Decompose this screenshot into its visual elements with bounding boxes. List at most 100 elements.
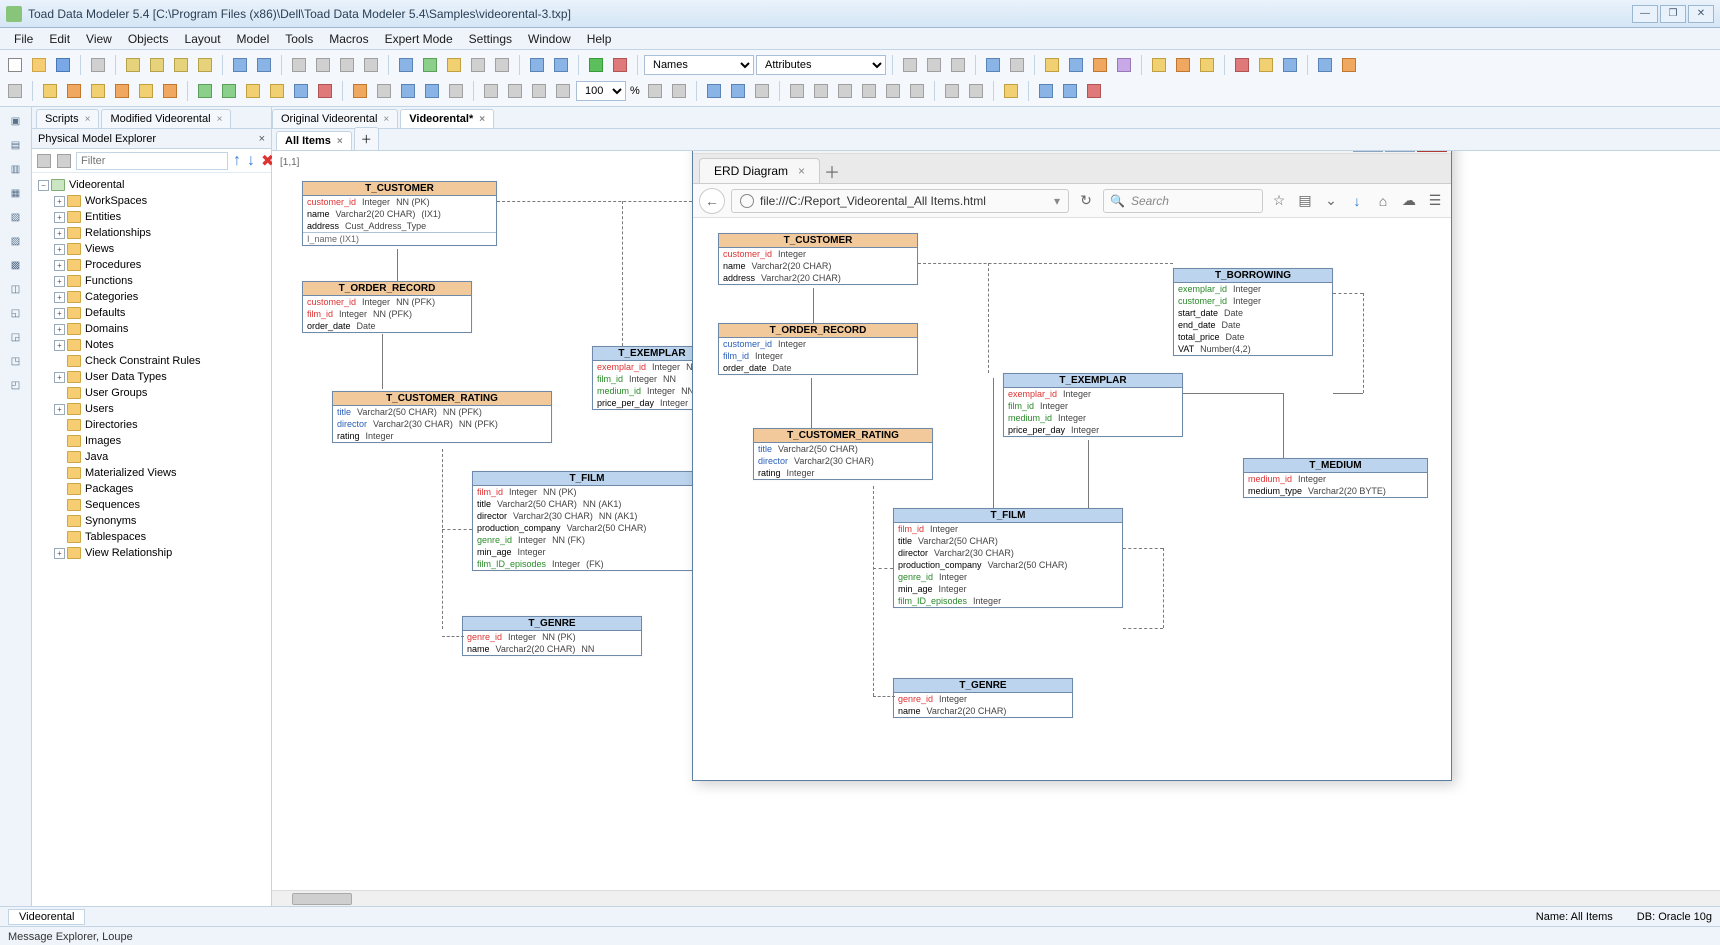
- tree-mode-icon[interactable]: [36, 150, 52, 172]
- copy-icon[interactable]: [288, 54, 310, 76]
- canvas-hscroll[interactable]: [272, 890, 1720, 906]
- tree-item[interactable]: Images: [32, 433, 271, 449]
- dist-h-icon[interactable]: [941, 80, 963, 102]
- lock-icon[interactable]: [491, 54, 513, 76]
- paste-icon[interactable]: [312, 54, 334, 76]
- gen-pdf-icon[interactable]: [1279, 54, 1301, 76]
- menu-model[interactable]: Model: [229, 30, 278, 48]
- tree-item[interactable]: Packages: [32, 481, 271, 497]
- align-l-icon[interactable]: [786, 80, 808, 102]
- view-tool-icon[interactable]: [194, 80, 216, 102]
- hamburger-icon[interactable]: ☰: [1425, 191, 1445, 211]
- entity-order[interactable]: T_ORDER_RECORD customer_idIntegerNN (PFK…: [302, 281, 472, 333]
- tree-item[interactable]: Directories: [32, 417, 271, 433]
- close-button[interactable]: ✕: [1688, 5, 1714, 23]
- gutter-btn[interactable]: ◰: [6, 375, 26, 395]
- loupe-icon[interactable]: [668, 80, 690, 102]
- download-icon[interactable]: ↓: [1347, 191, 1367, 211]
- verify-icon[interactable]: [443, 54, 465, 76]
- browser-menu-history[interactable]: History: [813, 151, 866, 152]
- undo-icon[interactable]: [229, 54, 251, 76]
- view-icon[interactable]: [982, 54, 1004, 76]
- table-icon[interactable]: [1065, 54, 1087, 76]
- align-icon[interactable]: [947, 54, 969, 76]
- menu-file[interactable]: File: [6, 30, 41, 48]
- redo-icon[interactable]: [253, 54, 275, 76]
- detail-icon[interactable]: [467, 54, 489, 76]
- zoom-in-icon[interactable]: [480, 80, 502, 102]
- print-icon[interactable]: [336, 54, 358, 76]
- tree-item[interactable]: +Views: [32, 241, 271, 257]
- layout3-icon[interactable]: [751, 80, 773, 102]
- close-icon[interactable]: ×: [217, 114, 223, 125]
- minimize-button[interactable]: —: [1632, 5, 1658, 23]
- tree-item[interactable]: Sequences: [32, 497, 271, 513]
- browser-menu-help[interactable]: Help: [986, 151, 1027, 152]
- reload-icon[interactable]: ↻: [1075, 190, 1097, 212]
- user1-icon[interactable]: [1314, 54, 1336, 76]
- tree-item[interactable]: +Defaults: [32, 305, 271, 321]
- browser-minimize[interactable]: —: [1353, 151, 1383, 152]
- reverse-icon[interactable]: [609, 54, 631, 76]
- menu-edit[interactable]: Edit: [41, 30, 78, 48]
- erd-order[interactable]: T_ORDER_RECORD customer_idInteger film_i…: [718, 323, 918, 375]
- doc-tab-scripts[interactable]: Scripts×: [36, 109, 99, 128]
- menu-view[interactable]: View: [78, 30, 120, 48]
- nav-up-icon[interactable]: ↑: [232, 150, 242, 172]
- search-icon[interactable]: [1006, 54, 1028, 76]
- browser-menu-bookmarks[interactable]: Bookmarks: [866, 151, 942, 152]
- pointer-icon[interactable]: [4, 80, 26, 102]
- entity-genre[interactable]: T_GENRE genre_idIntegerNN (PK) nameVarch…: [462, 616, 642, 656]
- gutter-btn[interactable]: ◲: [6, 327, 26, 347]
- browser-menu-tools[interactable]: Tools: [942, 151, 986, 152]
- subtab-allitems[interactable]: All Items×: [276, 131, 352, 150]
- style2-icon[interactable]: [1172, 54, 1194, 76]
- zoom-fit-icon[interactable]: [528, 80, 550, 102]
- entity-tool-icon[interactable]: [39, 80, 61, 102]
- tree-item[interactable]: User Groups: [32, 385, 271, 401]
- align-t-icon[interactable]: [858, 80, 880, 102]
- user2-icon[interactable]: [1338, 54, 1360, 76]
- tree-item[interactable]: +Relationships: [32, 225, 271, 241]
- gutter-btn[interactable]: ▤: [6, 135, 26, 155]
- text-tool-icon[interactable]: [445, 80, 467, 102]
- menu-objects[interactable]: Objects: [120, 30, 177, 48]
- back-icon[interactable]: ←: [699, 188, 725, 214]
- layers-icon[interactable]: [1113, 54, 1135, 76]
- tree-item[interactable]: +Functions: [32, 273, 271, 289]
- grid2-icon[interactable]: [1035, 80, 1057, 102]
- diagram-canvas[interactable]: [1,1] T_CUSTOMER customer_idIntegerNN (P…: [272, 151, 1720, 906]
- func-tool-icon[interactable]: [266, 80, 288, 102]
- erd-rating[interactable]: T_CUSTOMER_RATING titleVarchar2(50 CHAR)…: [753, 428, 933, 480]
- new-tab-icon[interactable]: ＋: [820, 159, 844, 183]
- expand-icon[interactable]: [526, 54, 548, 76]
- browser-menu-view[interactable]: View: [771, 151, 813, 152]
- rel3-tool-icon[interactable]: [111, 80, 133, 102]
- browser-close[interactable]: ✕: [1417, 151, 1447, 152]
- stamp-tool-icon[interactable]: [373, 80, 395, 102]
- browser-menu-file[interactable]: File: [699, 151, 734, 152]
- layout1-icon[interactable]: [703, 80, 725, 102]
- code-gen-icon[interactable]: [395, 54, 417, 76]
- gutter-btn[interactable]: ▦: [6, 183, 26, 203]
- rel5-tool-icon[interactable]: [159, 80, 181, 102]
- doc-tab-videorental[interactable]: Videorental*×: [400, 109, 494, 128]
- new-file-icon[interactable]: [4, 54, 26, 76]
- url-input[interactable]: file:///C:/Report_Videorental_All Items.…: [731, 189, 1069, 213]
- home-icon[interactable]: ⌂: [1373, 191, 1393, 211]
- run-icon[interactable]: [585, 54, 607, 76]
- browser-tab-erd[interactable]: ERD Diagram×: [699, 158, 820, 183]
- align-b-icon[interactable]: [906, 80, 928, 102]
- gutter-btn[interactable]: ▩: [6, 255, 26, 275]
- erd-borrowing[interactable]: T_BORROWING exemplar_idInteger customer_…: [1173, 268, 1333, 356]
- gutter-btn[interactable]: ◱: [6, 303, 26, 323]
- image-tool-icon[interactable]: [421, 80, 443, 102]
- browser-search[interactable]: 🔍 Search: [1103, 189, 1263, 213]
- entity-film[interactable]: T_FILM film_idIntegerNN (PK) titleVarcha…: [472, 471, 702, 571]
- db-add-icon[interactable]: [146, 54, 168, 76]
- tree-item[interactable]: +Categories: [32, 289, 271, 305]
- tree-item[interactable]: +User Data Types: [32, 369, 271, 385]
- report-icon[interactable]: [419, 54, 441, 76]
- rel2-tool-icon[interactable]: [87, 80, 109, 102]
- zoom-sel-icon[interactable]: [552, 80, 574, 102]
